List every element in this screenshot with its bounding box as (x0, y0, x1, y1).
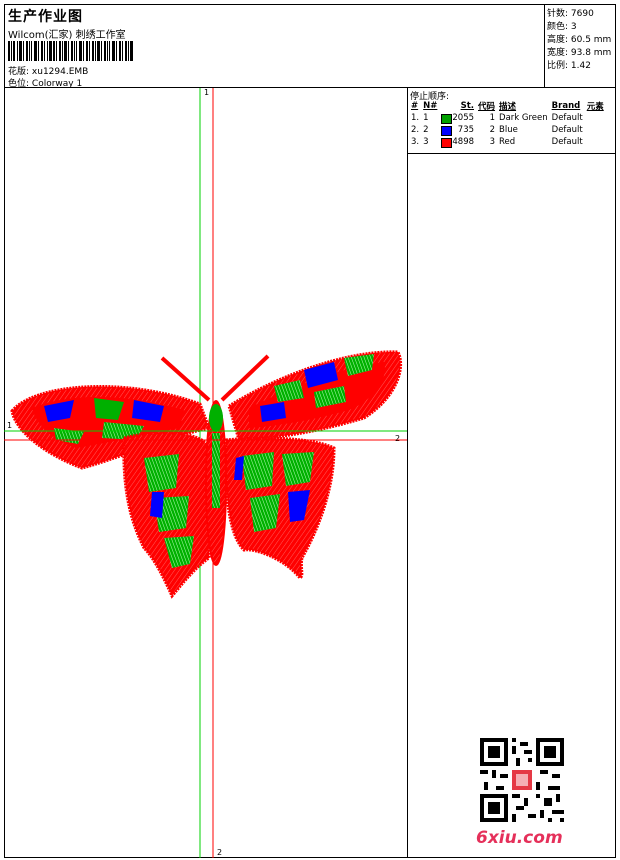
row-element (585, 136, 606, 148)
row-stitches-cell: 735 (439, 124, 476, 136)
col-element: 元素 (586, 102, 604, 112)
axis-label-left: 1 (7, 421, 13, 430)
row-index: 1. (411, 113, 420, 123)
table-header-row: # N# St. 代码 描述 Brand 元素 (409, 100, 606, 112)
stitch-count: 针数: 7690 (547, 9, 594, 19)
color-swatch-blue (441, 125, 453, 136)
row-stitches: 2055 (452, 112, 475, 123)
stop-sequence-panel: 停止顺序: # N# St. 代码 描述 Brand 元素 1. 1 2055 (408, 88, 616, 858)
row-needle: 3 (423, 137, 429, 147)
row-brand: Default (551, 113, 583, 123)
design-canvas[interactable]: 1 2 1 2 (4, 88, 408, 858)
row-stitches-cell: 4898 (439, 136, 476, 148)
col-stitches: St. (460, 101, 475, 111)
color-swatch-green (441, 113, 453, 124)
row-stitches-cell: 2055 (439, 112, 476, 124)
row-code: 3 (489, 137, 496, 147)
table-row[interactable]: 1. 1 2055 1 Dark Green Default (409, 112, 606, 124)
col-needle: N# (423, 101, 438, 111)
row-brand: Default (551, 137, 583, 147)
design-width: 宽度: 93.8 mm (547, 48, 612, 58)
header-info: 生产作业图 Wilcom(汇家) 刺绣工作室 花版: xu1294.EMB 色位… (4, 4, 545, 89)
col-brand: Brand (551, 101, 581, 111)
row-code: 2 (489, 125, 496, 135)
row-needle: 2 (423, 125, 429, 135)
qr-code (480, 738, 564, 822)
row-element (585, 124, 606, 136)
row-stitches: 735 (457, 124, 475, 135)
row-index: 2. (411, 125, 420, 135)
axis-label-bottom: 2 (217, 848, 223, 857)
color-swatch-red (441, 137, 453, 148)
table-row[interactable]: 2. 2 735 2 Blue Default (409, 124, 606, 136)
row-description: Dark Green (499, 113, 548, 123)
row-stitches: 4898 (452, 136, 475, 147)
color-count: 颜色: 3 (547, 22, 577, 32)
row-needle: 1 (423, 113, 429, 123)
row-description: Blue (499, 125, 518, 135)
design-stats: 针数: 7690 颜色: 3 高度: 60.5 mm 宽度: 93.8 mm 比… (545, 4, 616, 88)
row-element (585, 112, 606, 124)
row-index: 3. (411, 137, 420, 147)
site-watermark: 6xiu.com (476, 828, 563, 848)
studio-name: Wilcom(汇家) 刺绣工作室 (8, 30, 126, 41)
butterfly-design (10, 350, 403, 599)
axis-label-top: 1 (204, 88, 210, 97)
row-code: 1 (489, 113, 496, 123)
col-code: 代码 (478, 102, 496, 112)
table-row[interactable]: 3. 3 4898 3 Red Default (409, 136, 606, 148)
row-brand: Default (551, 125, 583, 135)
design-height: 高度: 60.5 mm (547, 35, 612, 45)
col-index: # (411, 101, 419, 111)
embroidery-preview (4, 88, 407, 858)
page-title: 生产作业图 (8, 9, 83, 25)
stop-sequence-table: # N# St. 代码 描述 Brand 元素 1. 1 2055 1 Dark… (409, 100, 606, 148)
stop-sequence-section: 停止顺序: # N# St. 代码 描述 Brand 元素 1. 1 2055 (408, 88, 616, 154)
axis-label-right: 2 (395, 434, 401, 443)
design-scale: 比例: 1.42 (547, 61, 591, 71)
barcode (8, 41, 133, 61)
row-description: Red (499, 137, 516, 147)
col-description: 描述 (499, 102, 517, 112)
